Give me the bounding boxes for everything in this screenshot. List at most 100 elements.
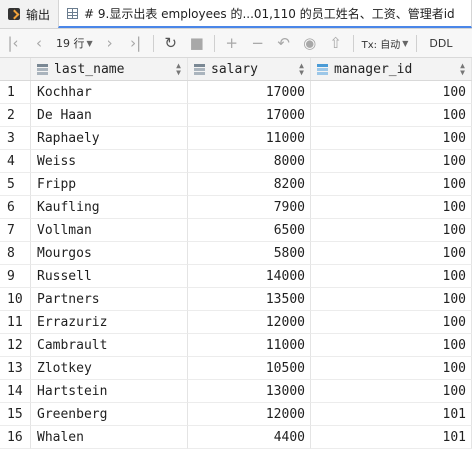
- rows-count-dropdown[interactable]: 19 行 ▼: [52, 29, 97, 58]
- manager-id-cell[interactable]: 100: [311, 288, 472, 311]
- salary-cell[interactable]: 17000: [188, 81, 311, 104]
- sort-icon[interactable]: ▲ ▼: [299, 62, 304, 77]
- row-number-cell: 13: [0, 357, 31, 380]
- salary-cell[interactable]: 12000: [188, 311, 311, 334]
- table-row[interactable]: 7 Vollman 6500 100: [0, 219, 472, 242]
- table-row[interactable]: 9 Russell 14000 100: [0, 265, 472, 288]
- manager-id-cell[interactable]: 100: [311, 265, 472, 288]
- add-row-button[interactable]: +: [219, 29, 245, 58]
- salary-cell[interactable]: 13000: [188, 380, 311, 403]
- row-number-cell: 7: [0, 219, 31, 242]
- salary-cell[interactable]: 7900: [188, 196, 311, 219]
- last-name-cell[interactable]: Whalen: [31, 426, 188, 449]
- table-row[interactable]: 2 De Haan 17000 100: [0, 104, 472, 127]
- last-name-cell[interactable]: Errazuriz: [31, 311, 188, 334]
- table-row[interactable]: 16 Whalen 4400 101: [0, 426, 472, 449]
- last-name-cell[interactable]: Partners: [31, 288, 188, 311]
- table-row[interactable]: 4 Weiss 8000 100: [0, 150, 472, 173]
- salary-cell[interactable]: 11000: [188, 334, 311, 357]
- table-grid-icon: [67, 7, 79, 19]
- table-row[interactable]: 8 Mourgos 5800 100: [0, 242, 472, 265]
- next-page-button[interactable]: ›: [97, 29, 123, 58]
- column-header-last-name[interactable]: last_name ▲ ▼: [31, 58, 188, 80]
- tab-query-result[interactable]: # 9.显示出表 employees 的...01,110 的员工姓名、工资、管…: [58, 0, 472, 28]
- ddl-button[interactable]: DDL: [421, 29, 460, 58]
- table-row[interactable]: 15 Greenberg 12000 101: [0, 403, 472, 426]
- last-name-cell[interactable]: Greenberg: [31, 403, 188, 426]
- table-row[interactable]: 14 Hartstein 13000 100: [0, 380, 472, 403]
- last-name-cell[interactable]: Weiss: [31, 150, 188, 173]
- revert-button[interactable]: ↶: [271, 29, 297, 58]
- manager-id-cell[interactable]: 100: [311, 311, 472, 334]
- manager-id-cell[interactable]: 100: [311, 81, 472, 104]
- salary-cell[interactable]: 4400: [188, 426, 311, 449]
- add-row-icon: +: [225, 34, 238, 52]
- manager-id-cell[interactable]: 100: [311, 242, 472, 265]
- manager-id-cell[interactable]: 100: [311, 173, 472, 196]
- salary-cell[interactable]: 11000: [188, 127, 311, 150]
- salary-cell[interactable]: 12000: [188, 403, 311, 426]
- last-name-cell[interactable]: Raphaely: [31, 127, 188, 150]
- manager-id-cell[interactable]: 100: [311, 334, 472, 357]
- table-row[interactable]: 12 Cambrault 11000 100: [0, 334, 472, 357]
- manager-id-cell[interactable]: 100: [311, 380, 472, 403]
- row-number-cell: 2: [0, 104, 31, 127]
- row-number-cell: 5: [0, 173, 31, 196]
- salary-cell[interactable]: 10500: [188, 357, 311, 380]
- salary-cell[interactable]: 13500: [188, 288, 311, 311]
- refresh-icon: ↻: [164, 34, 177, 52]
- salary-cell[interactable]: 8000: [188, 150, 311, 173]
- salary-cell[interactable]: 8200: [188, 173, 311, 196]
- table-row[interactable]: 11 Errazuriz 12000 100: [0, 311, 472, 334]
- last-name-cell[interactable]: Kaufling: [31, 196, 188, 219]
- refresh-button[interactable]: ↻: [158, 29, 184, 58]
- manager-id-cell[interactable]: 100: [311, 196, 472, 219]
- ddl-label: DDL: [429, 36, 453, 50]
- column-header-manager-id[interactable]: manager_id ▲ ▼: [311, 58, 472, 80]
- manager-id-cell[interactable]: 100: [311, 127, 472, 150]
- manager-id-cell[interactable]: 100: [311, 104, 472, 127]
- last-name-cell[interactable]: Hartstein: [31, 380, 188, 403]
- last-name-cell[interactable]: Fripp: [31, 173, 188, 196]
- last-name-cell[interactable]: Vollman: [31, 219, 188, 242]
- salary-cell[interactable]: 6500: [188, 219, 311, 242]
- last-page-button[interactable]: ›|: [123, 29, 149, 58]
- salary-cell[interactable]: 5800: [188, 242, 311, 265]
- manager-id-cell[interactable]: 101: [311, 403, 472, 426]
- table-row[interactable]: 5 Fripp 8200 100: [0, 173, 472, 196]
- manager-id-cell[interactable]: 100: [311, 219, 472, 242]
- submit-button[interactable]: ⇧: [323, 29, 349, 58]
- stop-button[interactable]: ■: [184, 29, 210, 58]
- last-name-cell[interactable]: De Haan: [31, 104, 188, 127]
- rows-count-label: 19 行: [56, 37, 85, 50]
- sort-icon[interactable]: ▲ ▼: [176, 62, 181, 77]
- table-row[interactable]: 1 Kochhar 17000 100: [0, 81, 472, 104]
- column-header-salary[interactable]: salary ▲ ▼: [188, 58, 311, 80]
- delete-row-button[interactable]: −: [245, 29, 271, 58]
- salary-cell[interactable]: 17000: [188, 104, 311, 127]
- last-name-cell[interactable]: Russell: [31, 265, 188, 288]
- row-number-cell: 8: [0, 242, 31, 265]
- prev-page-button[interactable]: ‹: [26, 29, 52, 58]
- last-name-cell[interactable]: Cambrault: [31, 334, 188, 357]
- result-grid: last_name ▲ ▼ salary ▲ ▼ manager_id ▲ ▼ 1 Ko…: [0, 58, 472, 449]
- sort-icon[interactable]: ▲ ▼: [460, 62, 465, 77]
- last-name-cell[interactable]: Mourgos: [31, 242, 188, 265]
- manager-id-cell[interactable]: 101: [311, 426, 472, 449]
- transaction-mode-dropdown[interactable]: Tx: 自动 ▼: [358, 29, 413, 58]
- manager-id-cell[interactable]: 100: [311, 357, 472, 380]
- row-number-cell: 6: [0, 196, 31, 219]
- manager-id-cell[interactable]: 100: [311, 150, 472, 173]
- last-name-cell[interactable]: Kochhar: [31, 81, 188, 104]
- table-row[interactable]: 3 Raphaely 11000 100: [0, 127, 472, 150]
- salary-cell[interactable]: 14000: [188, 265, 311, 288]
- foreign-key-column-icon: [317, 63, 328, 75]
- table-row[interactable]: 6 Kaufling 7900 100: [0, 196, 472, 219]
- table-row[interactable]: 13 Zlotkey 10500 100: [0, 357, 472, 380]
- preview-pending-button[interactable]: ◉: [297, 29, 323, 58]
- column-header-label: salary: [211, 61, 258, 77]
- tab-output[interactable]: 输出: [0, 0, 58, 28]
- last-name-cell[interactable]: Zlotkey: [31, 357, 188, 380]
- table-row[interactable]: 10 Partners 13500 100: [0, 288, 472, 311]
- first-page-button[interactable]: |‹: [0, 29, 26, 58]
